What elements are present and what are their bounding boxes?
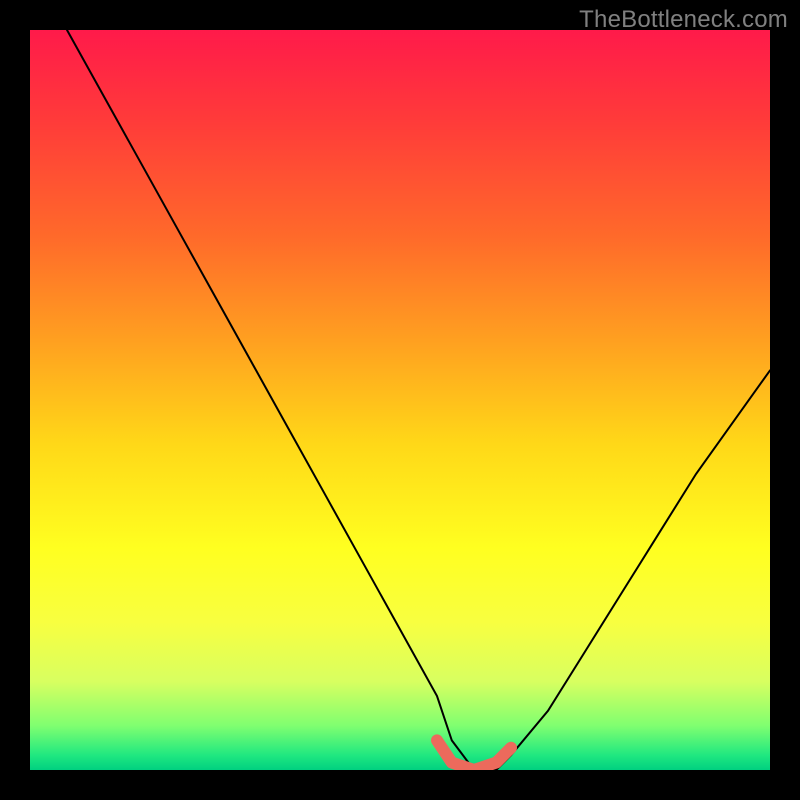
watermark-text: TheBottleneck.com xyxy=(579,6,788,34)
bottleneck-curve xyxy=(67,30,770,770)
optimal-zone-marker xyxy=(437,740,511,770)
chart-svg xyxy=(30,30,770,770)
plot-area xyxy=(30,30,770,770)
